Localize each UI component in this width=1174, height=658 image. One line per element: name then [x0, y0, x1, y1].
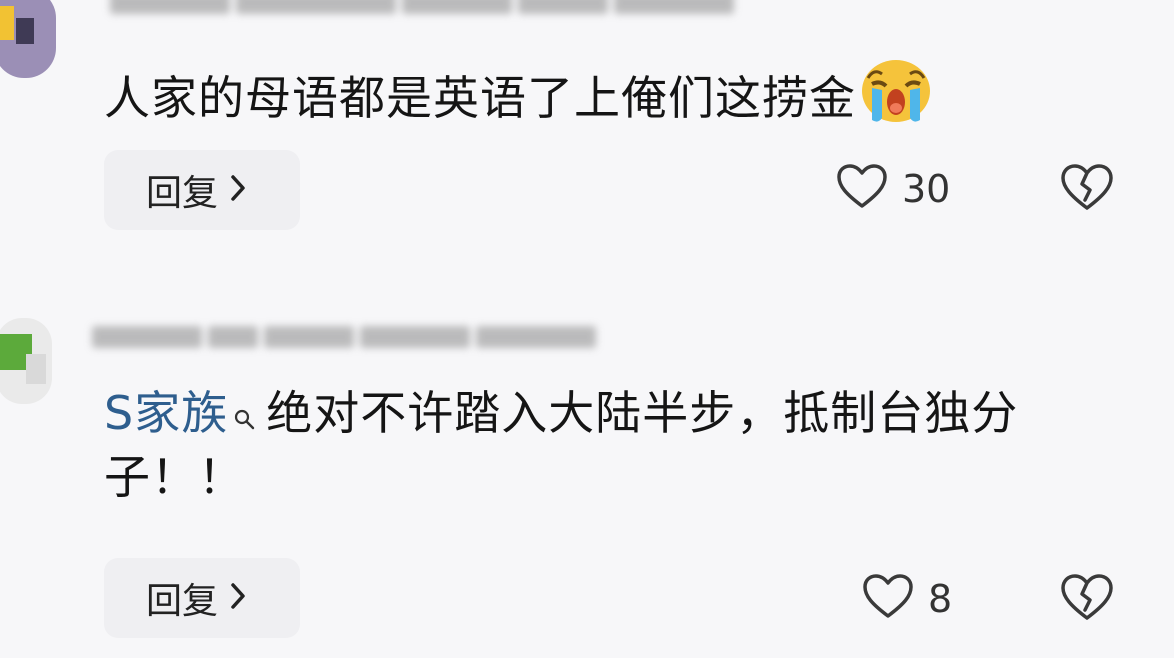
chevron-right-icon — [230, 578, 246, 619]
avatar[interactable] — [0, 318, 52, 404]
topic-link[interactable]: S家族 — [104, 386, 228, 440]
reply-button[interactable]: 回复 — [104, 150, 300, 230]
crying-face-icon — [860, 58, 932, 139]
like-count: 8 — [928, 577, 953, 621]
comment-text: 人家的母语都是英语了上俺们这捞金 — [104, 58, 1144, 139]
reply-button[interactable]: 回复 — [104, 558, 300, 638]
like-button[interactable]: 30 — [836, 164, 950, 214]
broken-heart-icon — [1061, 164, 1113, 210]
username-blurred[interactable] — [110, 0, 740, 18]
comment-2: S家族 绝对不许踏入大陆半步，抵制台独分子！！ 回复 8 — [0, 300, 1174, 658]
chevron-right-icon — [230, 170, 246, 211]
heart-icon — [836, 164, 888, 214]
like-count: 30 — [902, 167, 951, 211]
search-icon[interactable] — [234, 384, 256, 446]
broken-heart-icon — [1061, 574, 1113, 620]
username-blurred[interactable] — [92, 326, 602, 352]
avatar[interactable] — [0, 0, 56, 78]
heart-icon — [862, 574, 914, 624]
like-button[interactable]: 8 — [862, 574, 952, 624]
dislike-button[interactable] — [1060, 164, 1114, 216]
dislike-button[interactable] — [1060, 574, 1114, 626]
comment-text: S家族 绝对不许踏入大陆半步，抵制台独分子！！ — [104, 384, 1019, 504]
comment-1: 人家的母语都是英语了上俺们这捞金 回复 30 — [0, 0, 1174, 250]
